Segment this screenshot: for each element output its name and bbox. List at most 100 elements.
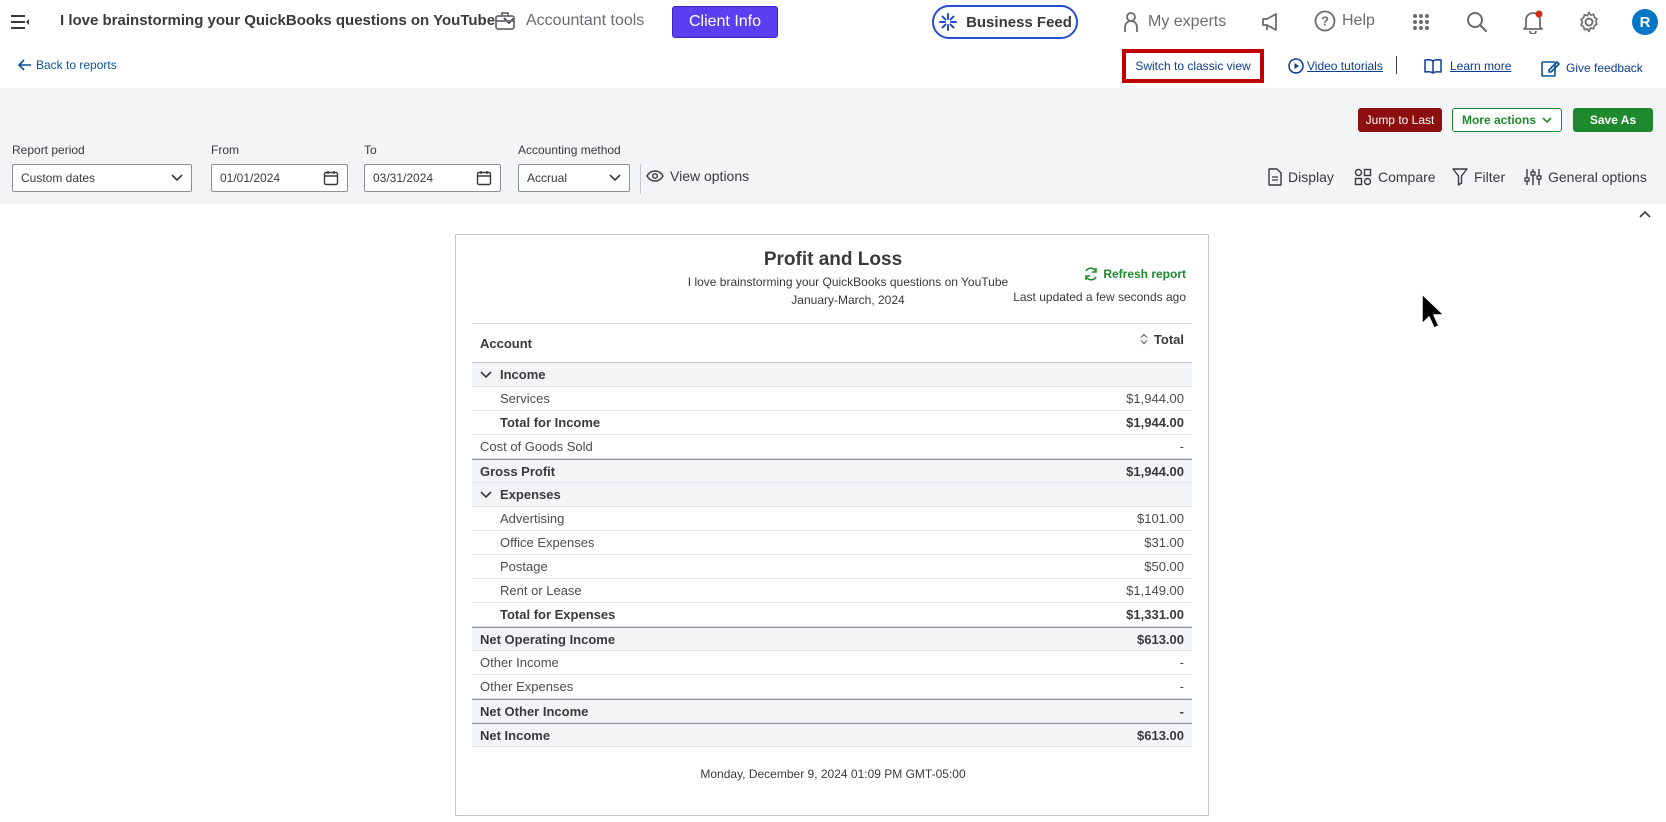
business-feed-button[interactable]: Business Feed (932, 5, 1078, 39)
toolbar-divider (640, 164, 641, 194)
report-company: I love brainstorming your QuickBooks que… (687, 275, 1009, 289)
row-label-text: Office Expenses (500, 535, 595, 550)
learn-more-label: Learn more (1450, 59, 1512, 73)
view-options-label: View options (670, 168, 750, 184)
accounting-method-value: Accrual (527, 171, 568, 185)
play-circle-icon (1288, 58, 1304, 74)
table-row: Other Income - (472, 651, 1192, 675)
person-icon (1124, 12, 1138, 32)
client-info-button[interactable]: Client Info (672, 6, 778, 38)
compare-icon (1354, 168, 1372, 186)
accounting-method-label: Accounting method (518, 143, 621, 157)
report-period-label: Report period (12, 143, 85, 157)
report-period-select[interactable]: Custom dates (12, 164, 192, 192)
row-value[interactable]: $1,331.00 (1126, 607, 1184, 622)
row-label: Office Expenses (480, 535, 594, 550)
accountant-tools-button[interactable]: Accountant tools (494, 11, 644, 31)
chevron-down-icon (171, 174, 183, 182)
top-navigation: I love brainstorming your QuickBooks que… (0, 0, 1666, 46)
row-label-text: Other Expenses (480, 679, 574, 694)
help-label: Help (1342, 12, 1375, 29)
filter-icon (1452, 168, 1468, 186)
row-value[interactable]: $1,944.00 (1126, 464, 1184, 479)
filter-button[interactable]: Filter (1452, 168, 1505, 186)
row-label: Gross Profit (480, 464, 555, 479)
row-label-text: Net Operating Income (480, 631, 616, 647)
back-to-reports-link[interactable]: Back to reports (18, 58, 117, 72)
row-label-text: Net Other Income (480, 703, 589, 719)
row-label: Total for Income (480, 415, 600, 430)
row-label-text: Expenses (500, 487, 561, 502)
accounting-method-select[interactable]: Accrual (518, 164, 630, 192)
sort-icon (1140, 333, 1148, 345)
report-panel: Profit and Loss I love brainstorming you… (455, 234, 1209, 816)
row-label: Net Other Income (480, 704, 588, 719)
apps-grid-icon[interactable] (1412, 13, 1430, 31)
row-value[interactable]: $1,149.00 (1126, 583, 1184, 598)
to-date-value: 03/31/2024 (373, 171, 434, 185)
to-date-input[interactable]: 03/31/2024 (364, 164, 501, 192)
table-row: Services $1,944.00 (472, 387, 1192, 411)
table-section-row[interactable]: Income (472, 363, 1192, 387)
search-icon[interactable] (1466, 11, 1488, 33)
row-value[interactable]: $613.00 (1137, 728, 1184, 743)
row-label: Advertising (480, 511, 564, 526)
chevron-down-icon[interactable] (480, 370, 492, 379)
report-table: Account Total Income Services $1,944.00 Tot… (472, 323, 1192, 747)
avatar[interactable]: R (1632, 9, 1658, 35)
column-header-total[interactable]: Total (1140, 332, 1184, 347)
report-timestamp: Monday, December 9, 2024 01:09 PM GMT-05… (700, 767, 966, 781)
calendar-icon[interactable] (476, 170, 492, 186)
business-feed-label: Business Feed (966, 13, 1072, 31)
table-section-row[interactable]: Expenses (472, 483, 1192, 507)
row-value[interactable]: $1,944.00 (1126, 415, 1184, 430)
row-value: - (1179, 679, 1184, 694)
row-label: Cost of Goods Sold (480, 439, 593, 454)
row-value[interactable]: $101.00 (1137, 511, 1184, 526)
give-feedback-link[interactable]: Give feedback (1540, 58, 1643, 78)
company-switcher[interactable]: I love brainstorming your QuickBooks que… (60, 12, 515, 29)
row-value[interactable]: $50.00 (1144, 559, 1184, 574)
compare-label: Compare (1378, 169, 1436, 185)
view-options-button[interactable]: View options (646, 168, 749, 184)
gear-icon[interactable] (1578, 11, 1600, 33)
refresh-report-button[interactable]: Refresh report (1084, 267, 1186, 281)
row-label-text: Total for Expenses (500, 607, 616, 622)
chevron-down-icon[interactable] (480, 490, 492, 499)
row-label: Rent or Lease (480, 583, 582, 598)
save-as-button[interactable]: Save As (1573, 108, 1653, 132)
row-value[interactable]: $1,944.00 (1126, 391, 1184, 406)
from-date-input[interactable]: 01/01/2024 (211, 164, 348, 192)
learn-more-link[interactable]: Learn more (1424, 58, 1511, 74)
row-value[interactable]: $613.00 (1137, 632, 1184, 647)
switch-classic-view-button[interactable]: Switch to classic view (1122, 49, 1264, 83)
calendar-icon[interactable] (323, 170, 339, 186)
row-label-text: Other Income (480, 655, 559, 670)
row-value: - (1179, 703, 1184, 719)
table-row: Cost of Goods Sold - (472, 435, 1192, 459)
megaphone-icon[interactable] (1260, 12, 1282, 32)
jump-to-last-button[interactable]: Jump to Last (1358, 108, 1442, 132)
display-button[interactable]: Display (1268, 168, 1334, 186)
more-actions-button[interactable]: More actions (1452, 108, 1562, 132)
row-label-text: Net Income (480, 727, 551, 743)
video-tutorials-link[interactable]: Video tutorials (1288, 58, 1383, 74)
more-actions-label: More actions (1461, 113, 1536, 127)
compare-button[interactable]: Compare (1354, 168, 1436, 186)
menu-toggle-icon[interactable] (10, 14, 30, 30)
video-tutorials-label: Video tutorials (1307, 59, 1383, 73)
table-row: Office Expenses $31.00 (472, 531, 1192, 555)
help-button[interactable]: ? Help (1314, 10, 1375, 32)
column-header-total-label: Total (1153, 331, 1184, 347)
row-label-text: Services (500, 391, 550, 406)
notification-bell-icon[interactable] (1522, 10, 1544, 34)
column-header-account[interactable]: Account (480, 336, 532, 351)
row-value[interactable]: $31.00 (1144, 535, 1184, 550)
report-period-value: Custom dates (21, 171, 96, 185)
collapse-toolbar-icon[interactable] (1636, 208, 1654, 222)
row-label: Net Operating Income (480, 632, 615, 647)
row-label-text: Cost of Goods Sold (480, 439, 593, 454)
my-experts-button[interactable]: My experts (1122, 11, 1226, 33)
general-options-button[interactable]: General options (1524, 168, 1647, 186)
row-label-text: Gross Profit (480, 463, 556, 479)
